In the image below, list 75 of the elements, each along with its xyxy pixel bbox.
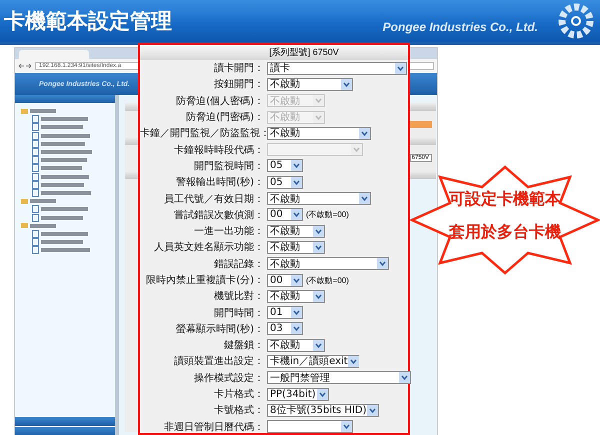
field-label: 嘗試錯誤次數偵測：	[173, 208, 264, 222]
field-label: 鍵盤鎖：	[223, 339, 264, 352]
dropdown[interactable]: 00	[267, 274, 303, 286]
field-label: 操作模式設定：	[193, 372, 264, 385]
field-label: 卡鐘報時時段代碼：	[173, 144, 264, 157]
blurred-label[interactable]	[41, 166, 82, 170]
dropdown[interactable]: 05	[267, 176, 303, 189]
field-label: 防脅迫(個人密碼)：	[175, 94, 264, 108]
folder-icon[interactable]	[21, 108, 28, 114]
field-label: 讀頭裝置進出設定：	[173, 354, 264, 368]
field-label: 人員英文姓名顯示功能：	[153, 240, 264, 254]
blurred-label[interactable]	[41, 125, 83, 130]
dropdown[interactable]: 不啟動	[267, 192, 371, 206]
hint-text: (不啟動=00)	[306, 274, 349, 286]
blurred-label[interactable]	[41, 158, 87, 162]
sidebar-footer-bar[interactable]	[15, 426, 115, 435]
blurred-label[interactable]	[30, 109, 56, 114]
blurred-label[interactable]	[41, 216, 83, 220]
hint-text: (不啟動=00)	[306, 209, 349, 220]
dropdown[interactable]: 讀卡	[267, 62, 407, 75]
blurred-label[interactable]	[41, 134, 90, 138]
dropdown[interactable]: 00	[267, 208, 303, 222]
dropdown[interactable]: 8位卡號(35bits HID)	[267, 404, 379, 417]
slide-title: 卡機範本設定管理	[4, 8, 172, 35]
field-label: 防脅迫(門密碼)：	[185, 110, 264, 124]
dropdown[interactable]: 01	[267, 306, 303, 320]
blurred-label[interactable]	[41, 190, 91, 195]
field-label: 警報輸出時間(秒)：	[175, 176, 264, 190]
field-label: 錯誤記錄：	[213, 258, 264, 271]
dropdown[interactable]	[267, 420, 353, 434]
field-label: 卡鐘／開門監視／防盜監視：	[140, 126, 264, 140]
dropdown[interactable]: 不啟動	[267, 224, 325, 238]
blurred-label[interactable]	[41, 174, 89, 179]
company-name: Pongee Industries Co., Ltd.	[382, 20, 538, 34]
field-label: 螢幕顯示時間(秒)：	[175, 322, 264, 336]
callout-text: 可設定卡機範本	[449, 189, 561, 210]
dropdown[interactable]: 03	[267, 322, 303, 336]
field-label: 一進一出功能：	[193, 224, 264, 238]
sidebar-footer-bar[interactable]	[15, 416, 115, 426]
blurred-label[interactable]	[41, 142, 85, 146]
field-label: 限時內禁止重複讀卡(分)：	[145, 274, 264, 287]
field-label: 開門監視時間：	[193, 160, 264, 173]
field-label: 非週日管制日曆代碼：	[163, 420, 264, 434]
field-label: 員工代號／有效日期：	[163, 192, 264, 206]
folder-icon[interactable]	[21, 223, 28, 228]
folder-icon[interactable]	[21, 198, 28, 204]
dropdown[interactable]: 不啟動	[267, 78, 353, 91]
blurred-label[interactable]	[41, 232, 88, 236]
dropdown[interactable]: 一般門禁管理	[267, 371, 411, 384]
back-forward-icon[interactable]	[18, 63, 32, 69]
dropdown[interactable]: 不啟動	[267, 338, 325, 352]
gear-logo-icon	[556, 1, 596, 41]
dropdown[interactable]: 不啟動	[267, 126, 371, 140]
dropdown[interactable]: 不啟動	[267, 290, 325, 303]
dropdown[interactable]: PP(34bit)	[267, 388, 329, 401]
blurred-label[interactable]	[41, 207, 88, 212]
blurred-label[interactable]	[41, 240, 83, 244]
dropdown[interactable]: 05	[267, 159, 303, 172]
dropdown[interactable]: 不啟動	[267, 257, 389, 270]
blurred-label[interactable]	[41, 117, 88, 122]
callout-text: 套用於多台卡機	[449, 222, 561, 243]
field-label: 讀卡開門：	[213, 62, 264, 76]
field-label: 卡片格式：	[213, 388, 264, 402]
dropdown[interactable]: 卡機in／讀頭exit	[267, 354, 359, 368]
dialog-title: [系列型號] 6750V	[140, 45, 408, 60]
blurred-label[interactable]	[41, 182, 84, 187]
field-label: 開門時間：	[213, 306, 264, 320]
blurred-label[interactable]	[30, 224, 56, 228]
blurred-label[interactable]	[30, 199, 56, 204]
dropdown[interactable]: 不啟動	[267, 240, 325, 254]
blurred-label[interactable]	[41, 150, 92, 154]
field-label: 機號比對：	[213, 290, 264, 304]
blurred-label[interactable]	[41, 248, 90, 252]
field-label: 卡號格式：	[213, 404, 264, 418]
field-label: 按鈕開門：	[213, 78, 264, 92]
